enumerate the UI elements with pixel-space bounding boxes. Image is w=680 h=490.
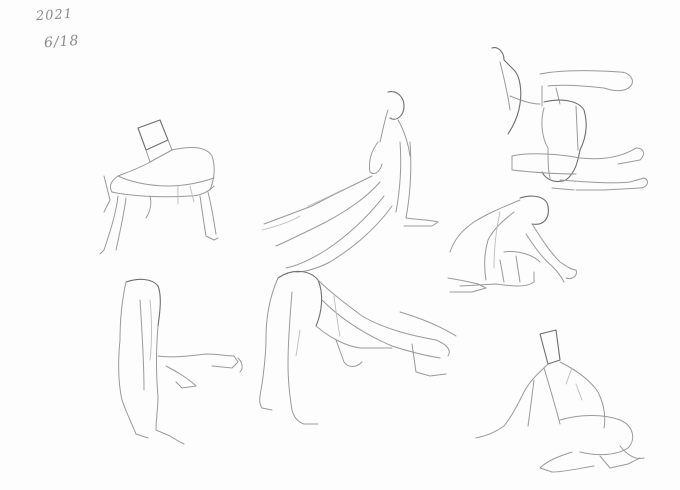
figure-bent-over-drape bbox=[259, 270, 457, 425]
figure-crouched-reaching bbox=[447, 195, 577, 293]
figure-seated-hunched bbox=[99, 119, 219, 255]
figure-reclining-propped bbox=[261, 91, 439, 273]
figure-legs-raised bbox=[491, 47, 648, 191]
sketchbook-page: 2021 6/18 bbox=[0, 0, 680, 490]
gesture-sketches bbox=[99, 47, 648, 473]
figure-bending-forward bbox=[118, 278, 243, 445]
figure-seated-twist bbox=[475, 329, 645, 473]
